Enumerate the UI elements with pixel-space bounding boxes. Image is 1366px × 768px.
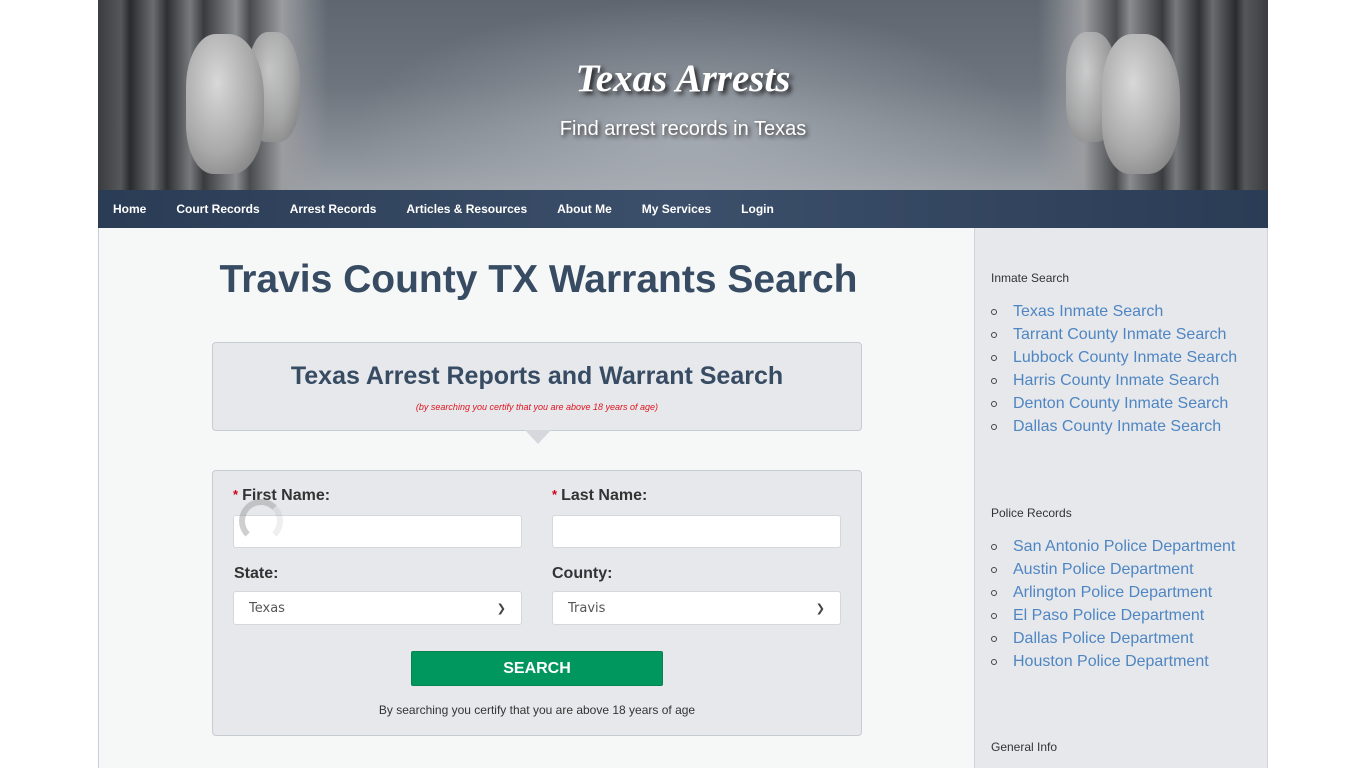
link-texas-inmate-search[interactable]: Texas Inmate Search <box>1013 303 1163 321</box>
header-banner: Texas Arrests Find arrest records in Tex… <box>98 0 1268 190</box>
bullet-icon <box>991 423 997 430</box>
county-select[interactable]: Travis ❯ <box>552 591 841 625</box>
link-dallas-county-inmate-search[interactable]: Dallas County Inmate Search <box>1013 418 1221 436</box>
widget-title-inmate-search: Inmate Search <box>991 271 1070 285</box>
link-austin-police[interactable]: Austin Police Department <box>1013 561 1194 579</box>
sidebar: Inmate Search Texas Inmate Search Tarran… <box>974 228 1268 768</box>
bullet-icon <box>991 566 997 573</box>
link-el-paso-police[interactable]: El Paso Police Department <box>1013 607 1204 625</box>
nav-articles-resources[interactable]: Articles & Resources <box>406 202 527 216</box>
list-item: Lubbock County Inmate Search <box>991 346 1237 369</box>
nav-login[interactable]: Login <box>741 202 774 216</box>
age-disclaimer: (by searching you certify that you are a… <box>415 402 659 412</box>
site-title[interactable]: Texas Arrests <box>98 56 1268 101</box>
hand-image <box>186 34 264 174</box>
link-houston-police[interactable]: Houston Police Department <box>1013 653 1209 671</box>
widget-title-general-info: General Info <box>991 740 1058 754</box>
last-name-label: * Last Name: <box>552 487 648 504</box>
bullet-icon <box>991 400 997 407</box>
list-item: Austin Police Department <box>991 558 1235 581</box>
state-select[interactable]: Texas ❯ <box>233 591 522 625</box>
bullet-icon <box>991 331 997 338</box>
list-item: El Paso Police Department <box>991 604 1235 627</box>
list-item: Harris County Inmate Search <box>991 369 1237 392</box>
nav-home[interactable]: Home <box>113 202 146 216</box>
police-records-links: San Antonio Police Department Austin Pol… <box>991 535 1235 673</box>
warrant-search-form: * First Name: * Last Name: State: Texas ❯ … <box>212 470 862 736</box>
bullet-icon <box>991 308 997 315</box>
bullet-icon <box>991 589 997 596</box>
nav-my-services[interactable]: My Services <box>642 202 711 216</box>
list-item: Dallas County Inmate Search <box>991 415 1237 438</box>
state-label: State: <box>234 565 279 582</box>
link-arlington-police[interactable]: Arlington Police Department <box>1013 584 1212 602</box>
link-harris-county-inmate-search[interactable]: Harris County Inmate Search <box>1013 372 1219 390</box>
page-title: Travis County TX Warrants Search <box>219 258 858 301</box>
list-item: Texas Inmate Search <box>991 300 1237 323</box>
list-item: Tarrant County Inmate Search <box>991 323 1237 346</box>
search-header-box: Texas Arrest Reports and Warrant Search … <box>212 342 862 444</box>
link-lubbock-county-inmate-search[interactable]: Lubbock County Inmate Search <box>1013 349 1237 367</box>
list-item: Houston Police Department <box>991 650 1235 673</box>
last-name-input[interactable] <box>552 515 841 548</box>
age-certification-note: By searching you certify that you are ab… <box>378 703 696 717</box>
page: Texas Arrests Find arrest records in Tex… <box>98 0 1268 768</box>
nav-arrest-records[interactable]: Arrest Records <box>290 202 377 216</box>
chevron-down-icon: ❯ <box>496 601 506 615</box>
list-item: Denton County Inmate Search <box>991 392 1237 415</box>
state-selected-value: Texas <box>249 600 285 616</box>
search-box-heading: Texas Arrest Reports and Warrant Search <box>290 362 784 390</box>
list-item: San Antonio Police Department <box>991 535 1235 558</box>
nav-court-records[interactable]: Court Records <box>176 202 259 216</box>
required-marker: * <box>552 487 558 502</box>
required-marker: * <box>233 487 239 502</box>
main-content: Travis County TX Warrants Search Texas A… <box>98 228 974 768</box>
link-denton-county-inmate-search[interactable]: Denton County Inmate Search <box>1013 395 1228 413</box>
list-item: Dallas Police Department <box>991 627 1235 650</box>
link-dallas-police[interactable]: Dallas Police Department <box>1013 630 1194 648</box>
loading-spinner-icon <box>239 499 283 543</box>
bullet-icon <box>991 377 997 384</box>
nav-about-me[interactable]: About Me <box>557 202 612 216</box>
bullet-icon <box>991 543 997 550</box>
site-tagline: Find arrest records in Texas <box>559 118 807 140</box>
search-button[interactable]: SEARCH <box>411 651 663 686</box>
bullet-icon <box>991 354 997 361</box>
bullet-icon <box>991 612 997 619</box>
hand-image <box>1102 34 1180 174</box>
widget-title-police-records: Police Records <box>991 506 1072 520</box>
chevron-down-icon: ❯ <box>815 601 825 615</box>
inmate-search-links: Texas Inmate Search Tarrant County Inmat… <box>991 300 1237 438</box>
bullet-icon <box>991 635 997 642</box>
main-nav: Home Court Records Arrest Records Articl… <box>98 190 1268 228</box>
list-item: Arlington Police Department <box>991 581 1235 604</box>
county-selected-value: Travis <box>568 600 606 616</box>
link-san-antonio-police[interactable]: San Antonio Police Department <box>1013 538 1235 556</box>
county-label: County: <box>552 565 613 582</box>
bullet-icon <box>991 658 997 665</box>
link-tarrant-county-inmate-search[interactable]: Tarrant County Inmate Search <box>1013 326 1226 344</box>
